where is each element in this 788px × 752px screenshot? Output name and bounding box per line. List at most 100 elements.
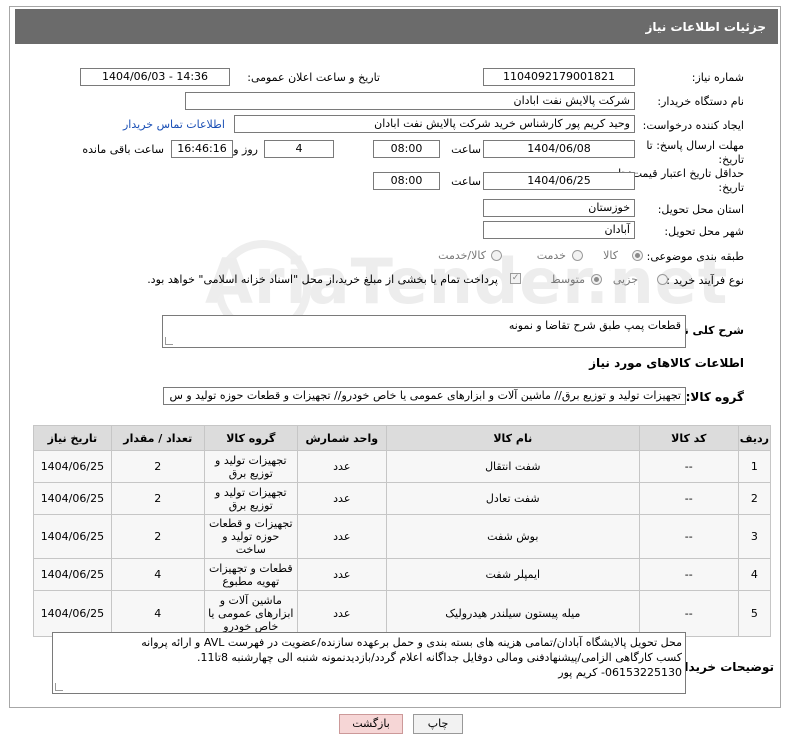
table-header-row: ردیف کد کالا نام کالا واحد شمارش گروه کا… bbox=[33, 425, 772, 451]
province-label: استان محل تحویل: bbox=[657, 203, 744, 216]
cell-row: 1 bbox=[737, 450, 772, 483]
table-row: 5 -- میله پیستون سیلندر هیدرولیک عدد ماش… bbox=[33, 590, 772, 637]
cell-unit: عدد bbox=[296, 590, 387, 637]
contact-info-link[interactable]: اطلاعات تماس خریدار bbox=[123, 118, 225, 131]
cell-unit: عدد bbox=[296, 482, 387, 515]
cell-group: تجهیزات تولید و توزیع برق bbox=[203, 450, 298, 483]
cell-row: 2 bbox=[737, 482, 772, 515]
category-label: طبقه بندی موضوعی: bbox=[646, 250, 744, 263]
buyer-field[interactable]: شرکت پالایش نفت ابادان bbox=[185, 92, 635, 110]
goods-section-title: اطلاعات کالاهای مورد نیاز bbox=[589, 356, 744, 370]
goods-group-label: گروه کالا: bbox=[685, 390, 744, 404]
cell-date: 1404/06/25 bbox=[33, 482, 112, 515]
need-number-label: شماره نیاز: bbox=[691, 71, 744, 84]
cell-unit: عدد bbox=[296, 558, 387, 591]
need-number-field[interactable]: 1104092179001821 bbox=[483, 68, 635, 86]
cell-group: ماشین آلات و ابزارهای عمومی یا خاص خودرو bbox=[203, 590, 298, 637]
resize-handle[interactable] bbox=[165, 337, 173, 345]
cell-unit: عدد bbox=[296, 450, 387, 483]
col-qty: تعداد / مقدار bbox=[110, 425, 205, 451]
process-option-medium: متوسط bbox=[550, 273, 585, 286]
cell-row: 5 bbox=[737, 590, 772, 637]
col-code: کد کالا bbox=[638, 425, 739, 451]
cell-date: 1404/06/25 bbox=[33, 450, 112, 483]
category-option-both: کالا/خدمت bbox=[438, 249, 486, 262]
city-field[interactable]: آبادان bbox=[483, 221, 635, 239]
remaining-time-field[interactable]: 16:46:16 bbox=[171, 140, 233, 158]
goods-group-field[interactable]: تجهیزات تولید و توزیع برق// ماشین آلات و… bbox=[163, 387, 686, 405]
cell-group: تجهیزات تولید و توزیع برق bbox=[203, 482, 298, 515]
deadline-time-field[interactable]: 08:00 bbox=[373, 140, 440, 158]
deadline-label: مهلت ارسال پاسخ: تا تاریخ: bbox=[646, 139, 744, 166]
min-price-time-field[interactable]: 08:00 bbox=[373, 172, 440, 190]
buyer-label: نام دستگاه خریدار: bbox=[657, 95, 744, 108]
category-radio-service[interactable] bbox=[572, 250, 583, 261]
col-row: ردیف bbox=[737, 425, 772, 451]
min-price-date-field[interactable]: 1404/06/25 bbox=[483, 172, 635, 190]
col-unit: واحد شمارش bbox=[296, 425, 387, 451]
cell-name: شفت انتقال bbox=[385, 450, 640, 483]
cell-qty: 4 bbox=[110, 590, 205, 637]
buyer-notes-line1: محل تحویل پالایشگاه آبادان/تمامی هزینه ه… bbox=[141, 636, 682, 649]
cell-row: 4 bbox=[737, 558, 772, 591]
table-row: 3 -- بوش شفت عدد تجهیزات و قطعات حوزه تو… bbox=[33, 514, 772, 559]
items-table: ردیف کد کالا نام کالا واحد شمارش گروه کا… bbox=[33, 425, 772, 637]
cell-name: میله پیستون سیلندر هیدرولیک bbox=[385, 590, 640, 637]
city-label: شهر محل تحویل: bbox=[664, 225, 744, 238]
days-label: روز و bbox=[233, 143, 258, 156]
col-name: نام کالا bbox=[385, 425, 640, 451]
deadline-time-label: ساعت bbox=[451, 143, 481, 156]
category-option-goods: کالا bbox=[603, 249, 618, 262]
col-group: گروه کالا bbox=[203, 425, 298, 451]
buyer-notes-label: توضیحات خریدار: bbox=[672, 660, 774, 674]
summary-text: قطعات پمپ طبق شرح تقاضا و نمونه bbox=[508, 319, 681, 332]
resize-handle[interactable] bbox=[55, 683, 63, 691]
announce-field[interactable]: 1404/06/03 - 14:36 bbox=[80, 68, 230, 86]
creator-field[interactable]: وحید کریم پور کارشناس خرید شرکت پالایش ن… bbox=[234, 115, 635, 133]
payment-checkbox[interactable]: ✓ bbox=[510, 273, 521, 284]
print-button[interactable]: چاپ bbox=[413, 714, 463, 734]
cell-code: -- bbox=[638, 558, 739, 591]
cell-unit: عدد bbox=[296, 514, 387, 559]
buyer-notes-line3: 06153225130- کریم پور bbox=[558, 666, 682, 679]
category-radio-both[interactable] bbox=[491, 250, 502, 261]
cell-qty: 2 bbox=[110, 482, 205, 515]
cell-name: ایمپلر شفت bbox=[385, 558, 640, 591]
cell-code: -- bbox=[638, 482, 739, 515]
deadline-date-field[interactable]: 1404/06/08 bbox=[483, 140, 635, 158]
process-label: نوع فرآیند خرید : bbox=[666, 274, 744, 287]
cell-code: -- bbox=[638, 590, 739, 637]
panel-title: جزئیات اطلاعات نیاز bbox=[645, 20, 766, 34]
back-button[interactable]: بازگشت bbox=[339, 714, 403, 734]
process-option-minor: جزیی bbox=[612, 273, 638, 286]
table-row: 2 -- شفت تعادل عدد تجهیزات تولید و توزیع… bbox=[33, 482, 772, 515]
creator-label: ایجاد کننده درخواست: bbox=[642, 119, 744, 132]
cell-code: -- bbox=[638, 450, 739, 483]
col-date: تاریخ نیاز bbox=[33, 425, 112, 451]
cell-name: شفت تعادل bbox=[385, 482, 640, 515]
cell-group: قطعات و تجهیزات تهویه مطبوع bbox=[203, 558, 298, 591]
payment-note: پرداخت تمام یا بخشی از مبلغ خرید،از محل … bbox=[147, 273, 498, 286]
province-field[interactable]: خوزستان bbox=[483, 199, 635, 217]
table-row: 1 -- شفت انتقال عدد تجهیزات تولید و توزی… bbox=[33, 450, 772, 483]
buyer-notes-textarea[interactable]: محل تحویل پالایشگاه آبادان/تمامی هزینه ه… bbox=[52, 632, 686, 694]
process-radio-minor[interactable] bbox=[657, 274, 668, 285]
cell-row: 3 bbox=[737, 514, 772, 559]
panel-header: جزئیات اطلاعات نیاز bbox=[15, 9, 778, 44]
category-radio-goods[interactable] bbox=[632, 250, 643, 261]
cell-date: 1404/06/25 bbox=[33, 514, 112, 559]
cell-group: تجهیزات و قطعات حوزه تولید و ساخت bbox=[203, 514, 298, 559]
cell-date: 1404/06/25 bbox=[33, 590, 112, 637]
category-option-service: خدمت bbox=[536, 249, 566, 262]
cell-qty: 4 bbox=[110, 558, 205, 591]
remaining-label: ساعت باقی مانده bbox=[82, 143, 164, 156]
buyer-notes-line2: کسب کارگاهی الزامی/پیشنهادفنی ومالی دوفا… bbox=[197, 651, 682, 664]
cell-name: بوش شفت bbox=[385, 514, 640, 559]
cell-code: -- bbox=[638, 514, 739, 559]
cell-qty: 2 bbox=[110, 514, 205, 559]
days-field[interactable]: 4 bbox=[264, 140, 334, 158]
table-row: 4 -- ایمپلر شفت عدد قطعات و تجهیزات تهوی… bbox=[33, 558, 772, 591]
min-price-time-label: ساعت bbox=[451, 175, 481, 188]
process-radio-medium[interactable] bbox=[591, 274, 602, 285]
summary-textarea[interactable]: قطعات پمپ طبق شرح تقاضا و نمونه bbox=[162, 315, 686, 348]
